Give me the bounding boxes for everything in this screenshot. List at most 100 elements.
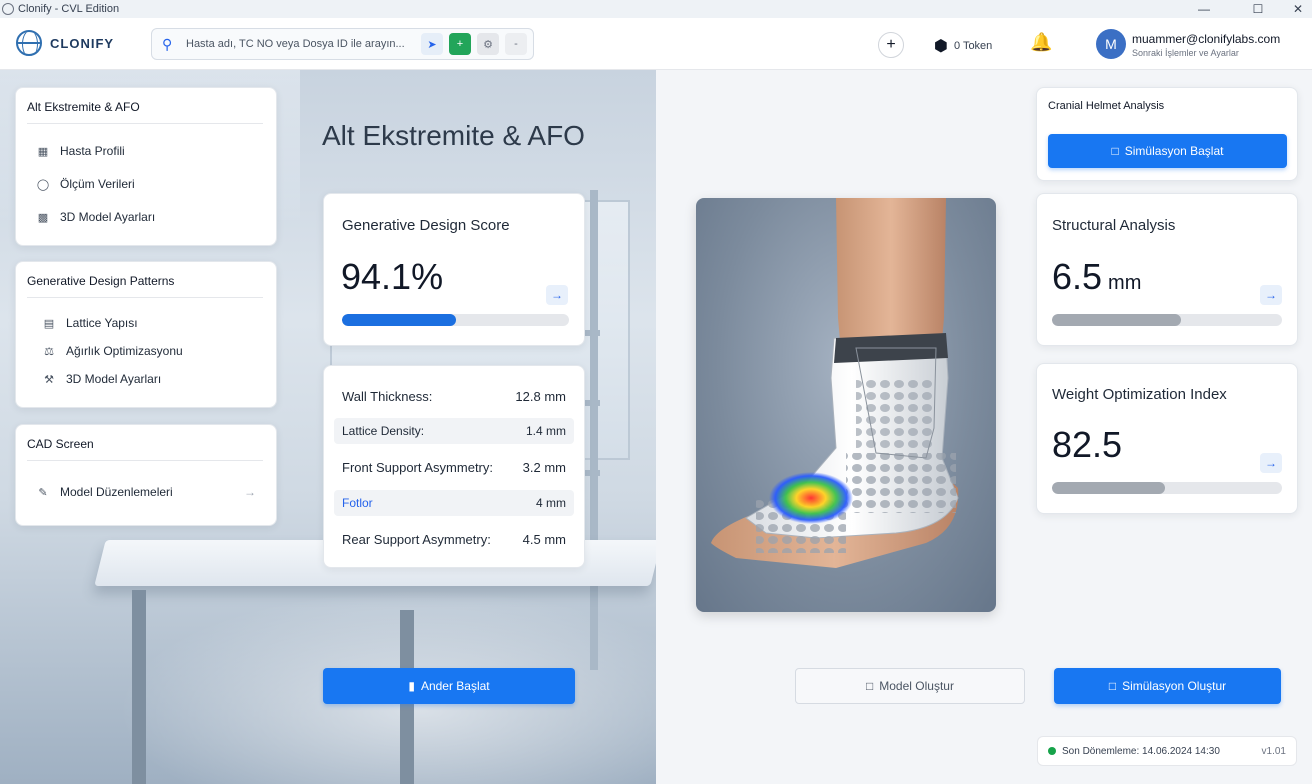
add-button[interactable]: + <box>878 32 904 58</box>
nav-item-lattice[interactable]: ▤ Lattice Yapısı <box>42 316 138 330</box>
search-icon: ⚲ <box>162 35 173 52</box>
structural-card: Structural Analysis 6.5 mm → <box>1036 193 1298 346</box>
structural-progress-bar <box>1052 314 1282 326</box>
add-filter-icon[interactable]: + <box>449 33 471 55</box>
weight-label: Weight Optimization Index <box>1052 386 1227 403</box>
nav-group-title: Generative Design Patterns <box>27 274 175 288</box>
progress-fill <box>1052 314 1181 326</box>
score-card: Generative Design Score 94.1% → <box>323 193 585 346</box>
spec-row-lattice-density: Lattice Density: 1.4 mm <box>334 418 574 444</box>
status-text: Son Dönemleme: 14.06.2024 14:30 <box>1062 745 1220 757</box>
cranial-title: Cranial Helmet Analysis <box>1048 100 1165 112</box>
weight-icon: ⚖ <box>44 345 54 358</box>
nav-item-label: Lattice Yapısı <box>66 316 138 330</box>
pointer-tool-icon[interactable]: ➤ <box>421 33 443 55</box>
nav-item-label: Ağırlık Optimizasyonu <box>66 344 183 358</box>
close-button[interactable]: ✕ <box>1278 0 1312 18</box>
create-simulation-button[interactable]: □ Simülasyon Oluştur <box>1054 668 1281 704</box>
spec-key: Wall Thickness: <box>342 388 433 404</box>
nav-item-olcum-verileri[interactable]: ◯ Ölçüm Verileri <box>36 177 135 191</box>
window-title: Clonify - CVL Edition <box>18 3 120 15</box>
search-bar[interactable]: ⚲ Hasta adı, TC NO veya Dosya ID ile ara… <box>151 28 534 60</box>
simulation-icon: □ <box>1108 679 1117 693</box>
token-label: 0 Token <box>953 40 993 52</box>
create-model-label: Model Oluştur <box>879 679 954 693</box>
spec-row-front-support: Front Support Asymmetry: 3.2 mm <box>334 454 574 480</box>
user-subtitle: Sonraki İşlemler ve Ayarlar <box>1132 48 1239 58</box>
nav-item-label: Ölçüm Verileri <box>60 177 135 191</box>
measure-icon: ◯ <box>36 178 50 191</box>
divider <box>27 297 263 298</box>
divider <box>27 460 263 461</box>
spec-row-rear-support: Rear Support Asymmetry: 4.5 mm <box>334 526 574 552</box>
nav-card-cad: CAD Screen ✎ Model Düzenlemeleri → <box>15 424 277 526</box>
spec-row-fotlor[interactable]: Fotlor 4 mm <box>334 490 574 516</box>
bell-icon[interactable]: 🔔 <box>1030 32 1052 53</box>
collapse-icon[interactable]: - <box>505 33 527 55</box>
cranial-card: Cranial Helmet Analysis □ Simülasyon Baş… <box>1036 87 1298 181</box>
maximize-button[interactable]: ☐ <box>1238 0 1278 18</box>
progress-fill <box>1052 482 1165 494</box>
start-simulation-label: Simülasyon Başlat <box>1124 144 1224 158</box>
page-title: Alt Ekstremite & AFO <box>322 120 585 151</box>
window-titlebar: Clonify - CVL Edition — ☐ ✕ <box>0 0 1312 18</box>
nav-item-label: 3D Model Ayarları <box>60 210 156 224</box>
progress-fill <box>342 314 456 326</box>
weight-card: Weight Optimization Index 82.5 → <box>1036 363 1298 514</box>
start-simulation-button[interactable]: □ Simülasyon Başlat <box>1048 134 1287 168</box>
search-input[interactable]: Hasta adı, TC NO veya Dosya ID ile arayı… <box>186 38 421 50</box>
brand-name: CLONIFY <box>50 35 115 51</box>
arrow-right-icon[interactable]: → <box>244 485 256 499</box>
version-label: v1.01 <box>1261 745 1286 757</box>
arrow-right-icon[interactable]: → <box>1260 285 1282 305</box>
nav-item-hasta-profili[interactable]: ▦ Hasta Profili <box>36 144 125 158</box>
globe-icon <box>16 30 42 56</box>
start-analysis-label: Ander Başlat <box>420 679 490 693</box>
nav-item-label: 3D Model Ayarları <box>66 372 162 386</box>
avatar[interactable]: M <box>1096 29 1126 59</box>
start-analysis-button[interactable]: ▮ Ander Başlat <box>323 668 575 704</box>
weight-value: 82.5 <box>1052 424 1123 465</box>
app-icon <box>2 3 14 15</box>
structural-unit: mm <box>1108 272 1142 294</box>
lattice-icon: ▤ <box>43 317 55 330</box>
arrow-right-icon[interactable]: → <box>546 285 568 305</box>
nav-item-agirlik[interactable]: ⚖ Ağırlık Optimizasyonu <box>42 344 183 358</box>
create-model-button[interactable]: □ Model Oluştur <box>795 668 1025 704</box>
weight-progress-bar <box>1052 482 1282 494</box>
nav-item-label: Model Düzenlemeleri <box>60 485 173 499</box>
nav-item-3d-model[interactable]: ▩ 3D Model Ayarları <box>36 210 155 224</box>
structural-value: 6.5 <box>1052 256 1103 297</box>
arrow-right-icon[interactable]: → <box>1260 453 1282 473</box>
nav-item-3d-model-2[interactable]: ⚒ 3D Model Ayarları <box>42 372 161 386</box>
afo-model-preview[interactable] <box>696 198 996 612</box>
spec-value: 1.4 mm <box>525 424 566 438</box>
spec-value: 12.8 mm <box>515 388 566 404</box>
nav-group-title: CAD Screen <box>27 437 94 451</box>
app-header: CLONIFY ⚲ Hasta adı, TC NO veya Dosya ID… <box>0 18 1312 70</box>
specs-card: Wall Thickness: 12.8 mm Lattice Density:… <box>323 365 585 568</box>
edit-icon: ✎ <box>38 486 48 499</box>
score-label: Generative Design Score <box>342 217 510 234</box>
minimize-button[interactable]: — <box>1184 0 1224 18</box>
model-icon: ▩ <box>37 211 49 224</box>
score-progress-bar <box>342 314 569 326</box>
profile-icon: ▦ <box>37 145 49 158</box>
spec-key: Lattice Density: <box>342 424 425 438</box>
simulation-icon: □ <box>1111 144 1119 158</box>
settings-icon[interactable]: ⚙ <box>477 33 499 55</box>
nav-item-model-duzenlemeleri[interactable]: ✎ Model Düzenlemeleri <box>36 485 173 499</box>
user-email[interactable]: muammer@clonifylabs.com <box>1132 32 1280 46</box>
cube-icon: ⬢ <box>934 38 948 55</box>
nav-group-title: Alt Ekstremite & AFO <box>27 100 140 114</box>
spec-value: 4.5 mm <box>522 531 566 547</box>
bookmark-icon: ▮ <box>408 679 415 693</box>
brand-logo[interactable]: CLONIFY <box>16 30 114 56</box>
token-balance[interactable]: ⬢ 0 Token <box>934 36 992 56</box>
spec-row-wall-thickness: Wall Thickness: 12.8 mm <box>334 383 574 409</box>
spec-key: Rear Support Asymmetry: <box>342 531 491 547</box>
nav-card-generative: Generative Design Patterns ▤ Lattice Yap… <box>15 261 277 408</box>
model-icon: □ <box>866 679 874 693</box>
create-simulation-label: Simülasyon Oluştur <box>1122 679 1227 693</box>
divider <box>27 123 263 124</box>
